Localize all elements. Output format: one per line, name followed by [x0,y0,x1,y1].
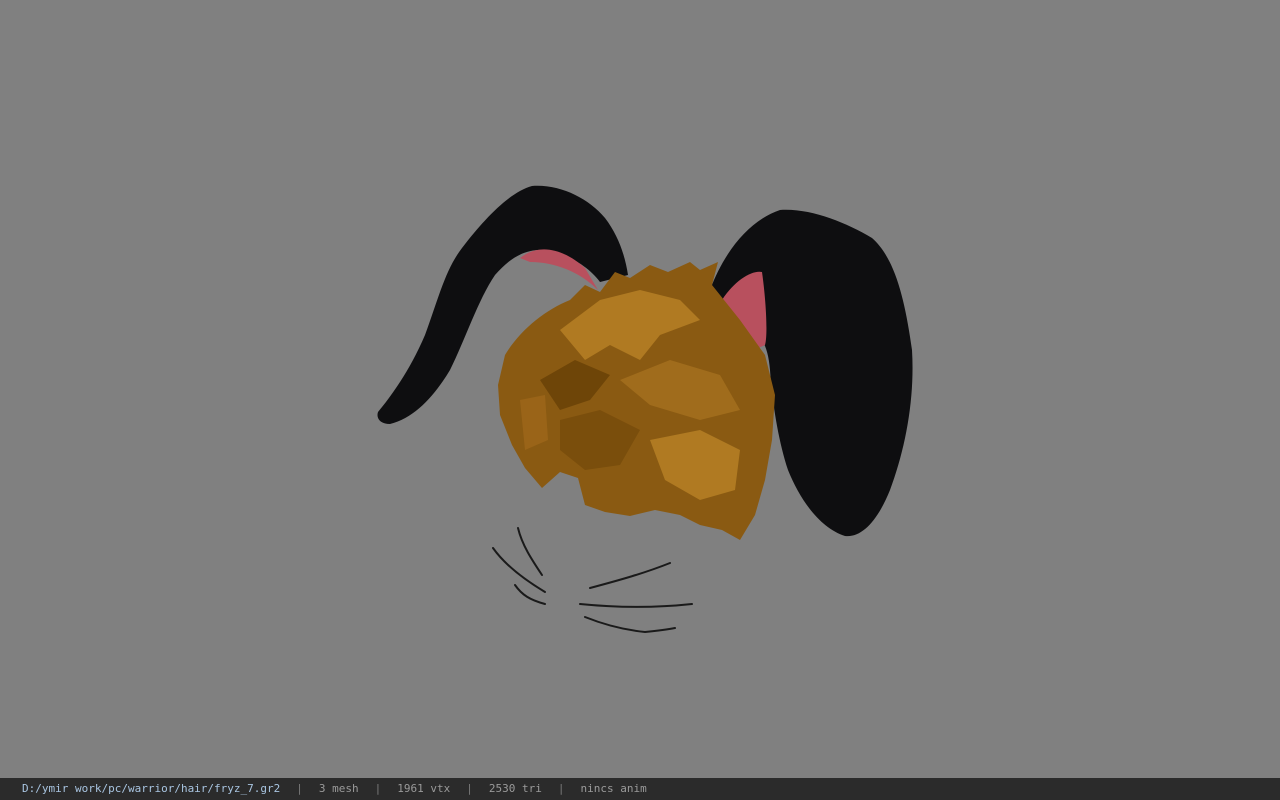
triangle-count-label: 2530 tri [488,782,542,795]
animation-status-label: nincs anim [580,782,647,795]
3d-viewport[interactable] [0,0,1280,778]
whiskers [492,527,693,634]
separator: | [466,782,473,795]
model-render [377,185,913,634]
vertex-count-label: 1961 vtx [397,782,451,795]
status-bar: D:/ymir work/pc/warrior/hair/fryz_7.gr2 … [0,778,1280,800]
separator: | [296,782,303,795]
mesh-count-label: 3 mesh [318,782,359,795]
file-path-label: D:/ymir work/pc/warrior/hair/fryz_7.gr2 [22,782,281,795]
separator: | [557,782,565,795]
separator: | [374,782,382,795]
